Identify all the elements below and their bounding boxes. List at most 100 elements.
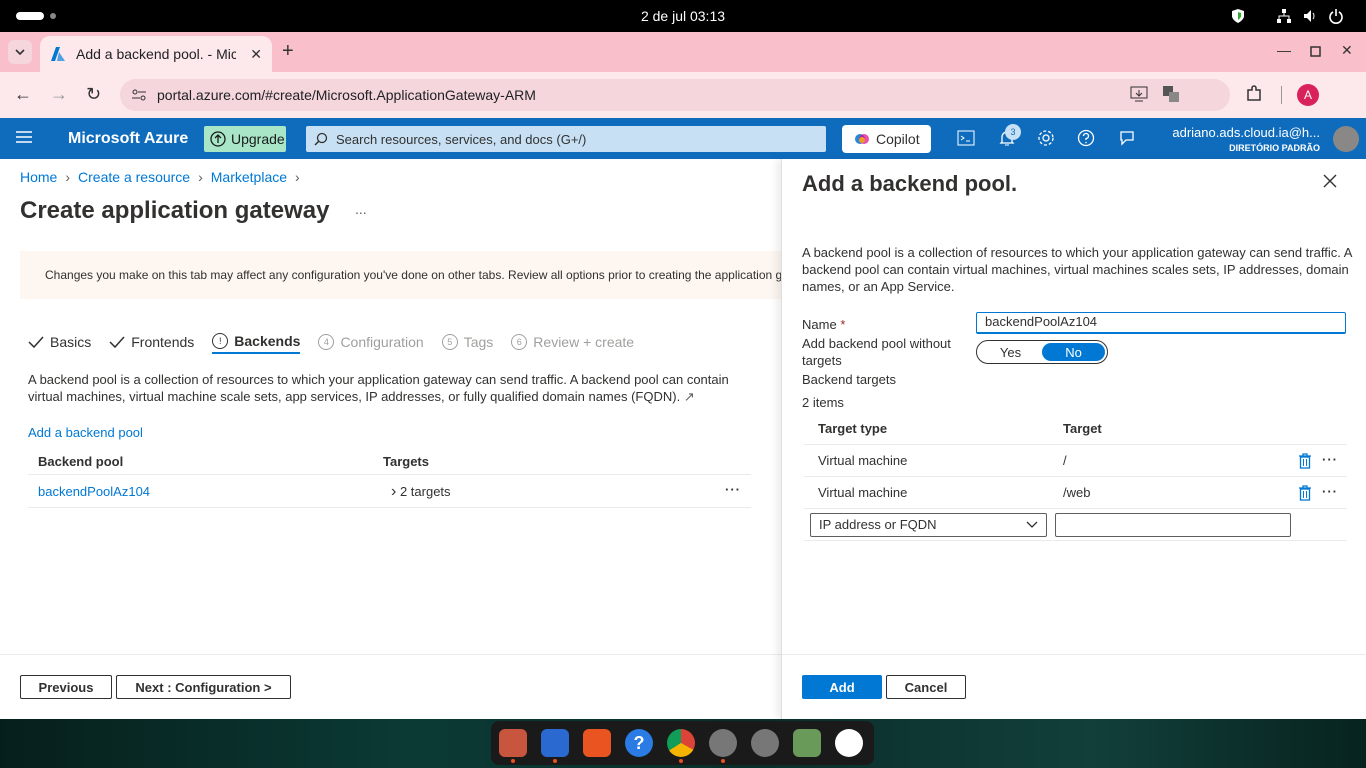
target-type-select[interactable]: IP address or FQDN bbox=[810, 513, 1047, 537]
tab-backends[interactable]: ! Backends bbox=[212, 330, 301, 354]
add-backend-pool-link[interactable]: Add a backend pool bbox=[28, 425, 143, 440]
settings-gear-icon[interactable] bbox=[1037, 129, 1055, 147]
address-bar[interactable]: portal.azure.com/#create/Microsoft.Appli… bbox=[120, 79, 1230, 111]
copilot-button[interactable]: Copilot bbox=[842, 125, 931, 153]
user-avatar[interactable] bbox=[1333, 126, 1359, 152]
cloud-shell-icon[interactable] bbox=[957, 129, 975, 147]
column-header-targets: Targets bbox=[383, 454, 429, 469]
minimize-button[interactable]: — bbox=[1277, 42, 1291, 58]
create-gateway-page: Home › Create a resource › Marketplace › Cr… bbox=[0, 159, 781, 719]
tab-configuration[interactable]: 4 Configuration bbox=[318, 330, 424, 354]
breadcrumb-create-resource[interactable]: Create a resource bbox=[78, 169, 190, 185]
chevron-right-icon: › bbox=[295, 169, 300, 185]
panel-description: A backend pool is a collection of resour… bbox=[802, 245, 1352, 294]
azure-brand[interactable]: Microsoft Azure bbox=[68, 130, 188, 148]
copilot-icon bbox=[855, 134, 869, 144]
tab-frontends[interactable]: Frontends bbox=[109, 330, 194, 354]
add-button[interactable]: Add bbox=[802, 675, 882, 699]
global-search-input[interactable]: Search resources, services, and docs (G+… bbox=[306, 126, 826, 152]
account-email: adriano.ads.cloud.ia@h... bbox=[1172, 125, 1320, 140]
toolbar-divider bbox=[1281, 86, 1282, 104]
chevron-right-icon: › bbox=[65, 169, 71, 185]
target-type-cell: Virtual machine bbox=[818, 485, 908, 500]
backend-targets-table: Target type Target Virtual machine / ···… bbox=[804, 413, 1347, 541]
new-target-row: IP address or FQDN bbox=[804, 509, 1347, 541]
search-icon bbox=[314, 132, 328, 146]
upgrade-button[interactable]: Upgrade bbox=[204, 126, 286, 152]
profile-avatar[interactable]: A bbox=[1297, 84, 1319, 106]
backend-pools-table: Backend pool Targets backendPoolAz104 › … bbox=[28, 449, 751, 508]
system-tray[interactable] bbox=[1230, 8, 1344, 24]
warning-text: Changes you make on this tab may affect … bbox=[45, 268, 781, 282]
forward-button[interactable]: → bbox=[50, 84, 68, 105]
back-button[interactable]: ← bbox=[14, 84, 32, 105]
tab-tags[interactable]: 5 Tags bbox=[441, 330, 493, 354]
hamburger-menu-icon[interactable] bbox=[16, 130, 32, 144]
breadcrumb: Home › Create a resource › Marketplace › bbox=[20, 169, 300, 185]
panel-title: Add a backend pool. bbox=[802, 171, 1018, 196]
checkmark-icon bbox=[109, 336, 125, 349]
files-app-icon[interactable] bbox=[499, 729, 527, 763]
system-clock[interactable]: 2 de jul 03:13 bbox=[0, 8, 1366, 24]
extensions-icon[interactable] bbox=[1245, 85, 1263, 103]
backend-pool-link[interactable]: backendPoolAz104 bbox=[38, 475, 150, 508]
close-window-button[interactable]: ✕ bbox=[1341, 42, 1353, 59]
chrome-app-icon[interactable] bbox=[667, 729, 695, 763]
target-input[interactable] bbox=[1055, 513, 1291, 537]
name-input[interactable]: backendPoolAz104 bbox=[976, 312, 1346, 334]
page-more-button[interactable]: ... bbox=[355, 201, 367, 217]
without-targets-toggle[interactable]: Yes No bbox=[976, 340, 1108, 364]
row-more-button[interactable]: ··· bbox=[725, 475, 741, 505]
shield-icon bbox=[1232, 9, 1244, 23]
translate-icon[interactable] bbox=[1162, 85, 1180, 103]
trash-icon[interactable] bbox=[1299, 485, 1311, 501]
trash-app-icon[interactable] bbox=[793, 729, 821, 757]
new-tab-button[interactable]: + bbox=[282, 40, 294, 63]
arrow-up-circle-icon bbox=[210, 131, 226, 147]
toggle-yes[interactable]: Yes bbox=[979, 343, 1042, 361]
disk-app-icon[interactable] bbox=[709, 729, 737, 763]
previous-button[interactable]: Previous bbox=[20, 675, 112, 699]
help-app-icon[interactable]: ? bbox=[625, 729, 653, 757]
row-more-button[interactable]: ··· bbox=[1322, 445, 1338, 475]
without-targets-label: Add backend pool without targets bbox=[802, 336, 951, 368]
writer-app-icon[interactable] bbox=[541, 729, 569, 763]
tab-close-icon[interactable]: ✕ bbox=[250, 46, 262, 63]
page-footer: Previous Next : Configuration > bbox=[0, 654, 781, 719]
browser-toolbar: ← → ↻ portal.azure.com/#create/Microsoft… bbox=[0, 72, 1366, 176]
tab-label: Configuration bbox=[340, 334, 424, 350]
upgrade-label: Upgrade bbox=[231, 131, 285, 147]
row-more-button[interactable]: ··· bbox=[1322, 477, 1338, 507]
tab-label: Review + create bbox=[533, 334, 635, 350]
app-center-icon[interactable] bbox=[583, 729, 611, 757]
toggle-no[interactable]: No bbox=[1042, 343, 1105, 361]
target-type-cell: Virtual machine bbox=[818, 453, 908, 468]
expand-targets[interactable]: › 2 targets bbox=[391, 475, 451, 508]
disk-app-icon[interactable] bbox=[751, 729, 779, 757]
show-apps-icon[interactable] bbox=[835, 729, 863, 757]
system-top-bar: 2 de jul 03:13 bbox=[0, 0, 1366, 32]
description-text: A backend pool is a collection of resour… bbox=[28, 372, 729, 404]
reload-button[interactable]: ↻ bbox=[86, 84, 101, 105]
required-asterisk: * bbox=[840, 317, 846, 332]
backends-description: A backend pool is a collection of resour… bbox=[28, 371, 748, 405]
page-title: Create application gateway bbox=[20, 197, 330, 224]
cancel-button[interactable]: Cancel bbox=[886, 675, 966, 699]
chevron-right-icon: › bbox=[198, 169, 203, 185]
maximize-icon[interactable] bbox=[1310, 46, 1321, 57]
help-icon[interactable] bbox=[1077, 129, 1095, 147]
close-icon[interactable] bbox=[1322, 173, 1338, 189]
tab-review-create[interactable]: 6 Review + create bbox=[511, 330, 634, 354]
breadcrumb-marketplace[interactable]: Marketplace bbox=[211, 169, 287, 185]
breadcrumb-home[interactable]: Home bbox=[20, 169, 57, 185]
install-app-icon[interactable] bbox=[1130, 85, 1148, 103]
tab-basics[interactable]: Basics bbox=[28, 330, 91, 354]
external-link-icon[interactable]: ↗ bbox=[684, 389, 695, 404]
wizard-steps: Basics Frontends ! Backends 4 Configurat… bbox=[28, 330, 634, 354]
trash-icon[interactable] bbox=[1299, 453, 1311, 469]
tab-search-button[interactable] bbox=[8, 40, 32, 64]
browser-tab[interactable]: Add a backend pool. - Micro ✕ bbox=[40, 36, 272, 72]
account-info[interactable]: adriano.ads.cloud.ia@h... DIRETÓRIO PADR… bbox=[1172, 125, 1320, 153]
feedback-icon[interactable] bbox=[1117, 129, 1135, 147]
next-configuration-button[interactable]: Next : Configuration > bbox=[116, 675, 291, 699]
